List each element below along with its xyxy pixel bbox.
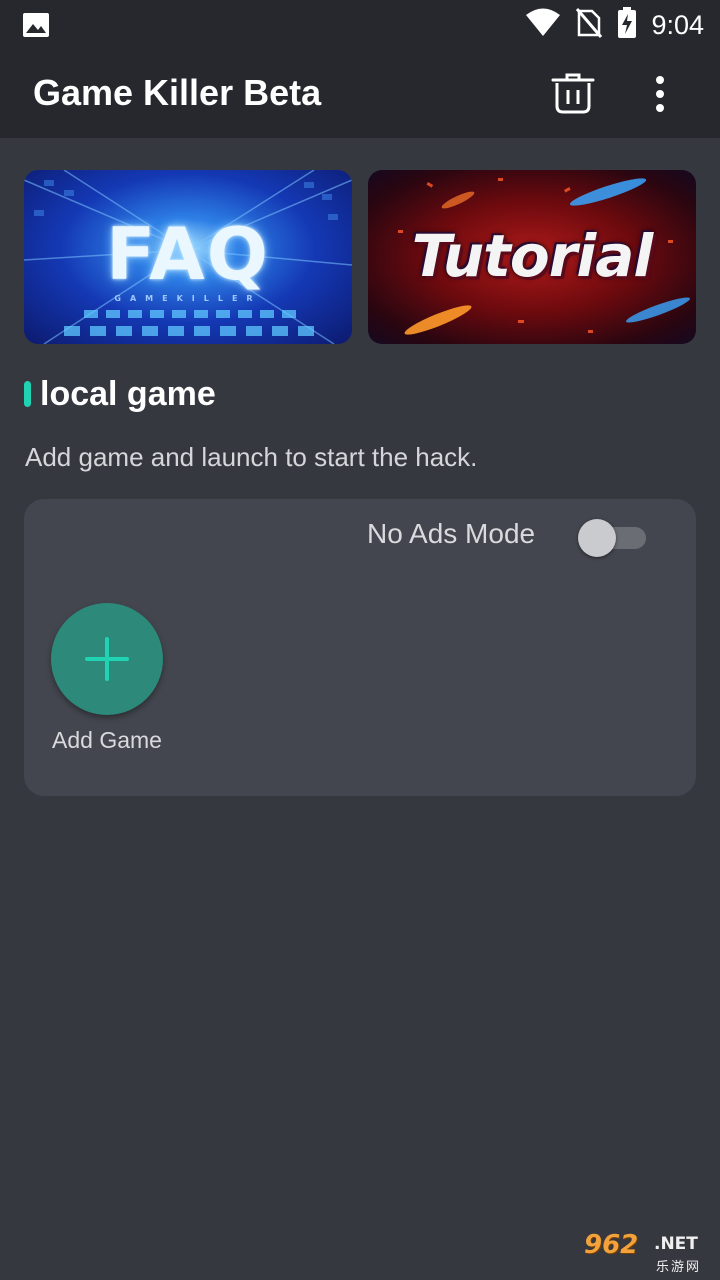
watermark-sub: 乐游网 [656,1259,702,1274]
battery-charging-icon [617,6,637,44]
more-vert-icon [656,76,664,84]
faq-banner-title: FAQ [106,212,270,296]
watermark-logo: 962 .NET 乐游网 [580,1228,714,1276]
local-game-card: No Ads Mode Add Game [24,499,696,796]
watermark-main: 962 [584,1230,639,1260]
image-icon [22,12,50,43]
plus-icon [85,637,129,681]
faq-banner-subtitle: GAMEKILLER [114,294,262,303]
watermark-net: .NET [654,1234,698,1254]
app-bar: Game Killer Beta [0,50,720,138]
toggle-thumb [578,519,616,557]
status-time: 9:04 [651,9,704,40]
no-ads-mode-label: No Ads Mode [367,518,536,549]
app-title: Game Killer Beta [33,72,322,113]
more-options-button[interactable] [640,70,680,118]
no-ads-mode-toggle[interactable] [578,519,648,557]
section-accent-bar [24,381,31,407]
clear-button[interactable] [550,70,596,118]
status-bar: 9:04 [0,0,720,50]
no-sim-icon [575,7,603,44]
add-game-button[interactable] [51,603,163,715]
trash-icon [551,73,595,114]
faq-banner[interactable]: FAQ GAMEKILLER [24,170,352,344]
section-description: Add game and launch to start the hack. [25,442,478,472]
section-title: local game [40,375,216,413]
tutorial-banner-title: Tutorial [411,222,653,290]
wifi-icon [525,8,561,43]
tutorial-banner[interactable]: Tutorial [368,170,696,344]
add-game-label: Add Game [52,727,162,753]
